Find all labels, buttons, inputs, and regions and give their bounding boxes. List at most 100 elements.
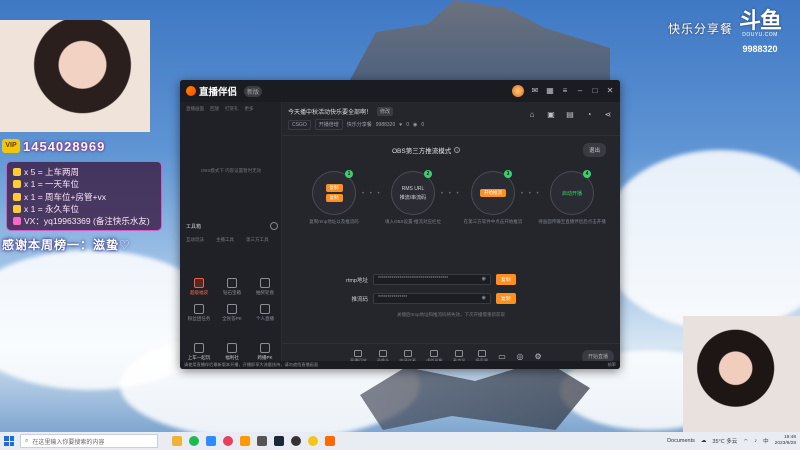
exit-mode-button[interactable]: 退出 [582,143,606,157]
copy-key-button[interactable]: 复制 [496,293,516,304]
scene-placeholder: OBS模式下 内容设置暂时无效 [200,168,262,173]
douyu-logo: 斗鱼 [739,8,782,33]
left-nav-item[interactable]: 打赏礼 [225,106,239,112]
record-icon[interactable]: ▭ [498,352,506,361]
tool-tab[interactable]: 互动玩法 [186,237,204,243]
live-companion-window: 直播伴侣 新版 ✉ ▦ ≡ – □ ✕ 直播画面 回放 打赏礼 更多 OBS模式… [180,80,620,369]
gift-icon [13,168,21,177]
app-icon[interactable] [206,436,216,446]
step-desc: 填入OBS设置-推流对应栏位 [384,219,441,224]
avatar-icon [430,349,439,357]
gift-bag-icon [194,278,204,288]
step-desc: 在第三方软件中点击开始推流 [463,219,523,224]
welfare-icon [227,343,237,353]
room-number: 9988320 [742,44,778,54]
tool-cross-pk[interactable]: 跨播PK [250,343,280,361]
app-icon[interactable] [257,436,267,446]
left-nav-item[interactable]: 更多 [245,106,254,112]
windows-start-icon[interactable] [4,436,14,446]
share-icon[interactable]: ⋖ [604,111,612,119]
gift-rule: x 1 = 一天车位 [13,178,155,190]
left-nav-item[interactable]: 直播画面 [186,106,204,112]
copy-rtmp-button[interactable]: 复制 [496,274,516,285]
status-bar: 请使用直播伴侣最新版本开播，开播即享大流量扶持，请勿遮挡直播画面 帧率 [180,361,620,369]
left-nav-item[interactable]: 回放 [210,106,219,112]
tool-welfare[interactable]: 福利社 [217,343,247,361]
gift-icon [13,192,21,201]
preview-icon[interactable]: ◎ [516,352,524,361]
maximize-icon[interactable]: □ [591,87,599,95]
webcam-guest [683,316,800,432]
user-avatar[interactable] [512,85,524,97]
steam-icon[interactable] [274,436,284,446]
close-icon[interactable]: ✕ [606,87,614,95]
gift-rule: x 1 = 永久车位 [13,203,155,215]
clock[interactable]: 19:48 2023/9/28 [775,435,796,447]
pk-icon [260,343,270,353]
taskbar-search[interactable]: ⌕ 在这里输入你要搜索的内容 [20,434,158,448]
volume-icon[interactable]: ♪ [754,438,757,444]
main-panel: 今天播中秋活动快乐要全部啊！ 修改 CSGO 开播倍增 快乐分享餐 998832… [282,102,620,369]
app-icon[interactable] [240,436,250,446]
shop-icon[interactable]: ⌂ [528,111,536,119]
mode-title: OBS第三方推流模式 ? [392,147,461,155]
stream-key-field[interactable]: *************** ◉ [373,293,491,304]
live-companion-icon[interactable] [325,436,335,446]
left-panel: 直播画面 回放 打赏礼 更多 OBS模式下 内容设置暂时无效 工具箱 互动玩法 … [180,102,282,369]
flying-castle-art [350,0,610,80]
settings-icon[interactable]: ⚙ [534,352,542,361]
tool-ride-together[interactable]: 上车一起玩 [184,343,214,361]
room-share-name: 快乐分享餐 [346,122,372,128]
minimize-icon[interactable]: – [576,87,584,95]
step-desc: 复制rtmp地址以及推流码 [309,219,359,224]
platform-brand: 快乐分享餐 斗鱼 DOUYU.COM 9988320 [668,8,782,55]
category-chip[interactable]: CSGO [288,119,311,130]
documents-shortcut[interactable]: Documents [667,438,695,444]
tool-fan-task[interactable]: 粉丝团任务 [184,304,214,322]
tool-tab[interactable]: 主播工具 [216,237,234,243]
edit-title-button[interactable]: 修改 [377,107,394,116]
gift-rule: x 1 = 周车位+房管+vx [13,191,155,203]
tool-lottery-wheel[interactable]: 抽奖轮盘 [250,278,280,296]
weather-text[interactable]: 35°C 多云 [712,437,737,445]
obs-icon[interactable] [291,436,301,446]
eye-icon[interactable]: ◉ [482,294,486,303]
gift-rules-panel: x 5 = 上车两周 x 1 = 一天车位 x 1 = 周车位+房管+vx x … [6,161,162,231]
room-id: 9988320 [375,121,396,128]
viewer-icon: ◉ [412,121,418,128]
help-icon[interactable]: ? [454,147,461,153]
streamer-id-overlay: VIP 1454028969 [2,137,105,155]
tool-grid: 超级福袋 钻石宝箱 抽奖轮盘 粉丝团任务 全民答PK 个人直播 [184,278,280,322]
douyu-site: DOUYU.COM [742,32,778,38]
bell-icon[interactable]: ◔ [585,111,593,119]
tool-tabs: 互动玩法 主播工具 第三方工具 [186,237,269,243]
app-icon[interactable] [308,436,318,446]
stream-key-row: 推流码 *************** ◉ 复制 [340,293,516,304]
wifi-icon[interactable]: ⌔ [743,438,748,445]
fps-label: 帧率 [607,362,616,367]
file-explorer-icon[interactable] [172,436,182,446]
spotify-icon[interactable] [189,436,199,446]
browser-icon[interactable] [223,436,233,446]
eye-icon[interactable]: ◉ [482,275,486,284]
dashboard-icon[interactable]: ▤ [566,111,574,119]
tag-chip[interactable]: 开播倍增 [314,119,343,130]
tool-diamond-box[interactable]: 钻石宝箱 [217,278,247,296]
step-paste: 2 RMS URL 推流/串流码 [391,170,435,215]
tool-personal-live[interactable]: 个人直播 [250,304,280,322]
shirt-icon[interactable]: ▦ [546,87,554,95]
version-badge: 新版 [244,85,263,97]
tool-tab[interactable]: 第三方工具 [246,237,269,243]
tool-lucky-bag[interactable]: 超级福袋 [184,278,214,296]
replay-icon [354,349,363,357]
webcam-streamer [0,20,150,132]
rtmp-field[interactable]: ************************************ ◉ [373,274,491,285]
lock-icon[interactable]: ▣ [547,111,555,119]
menu-icon[interactable]: ≡ [561,87,569,95]
input-language[interactable]: 中 [763,437,769,445]
tool-quiz-pk[interactable]: 全民答PK [217,304,247,322]
camera-icon [379,349,388,357]
gear-icon[interactable] [270,222,278,230]
message-icon[interactable]: ✉ [531,87,539,95]
thanks-banner: 感谢本周榜一：滋蛰♡ [2,238,131,252]
